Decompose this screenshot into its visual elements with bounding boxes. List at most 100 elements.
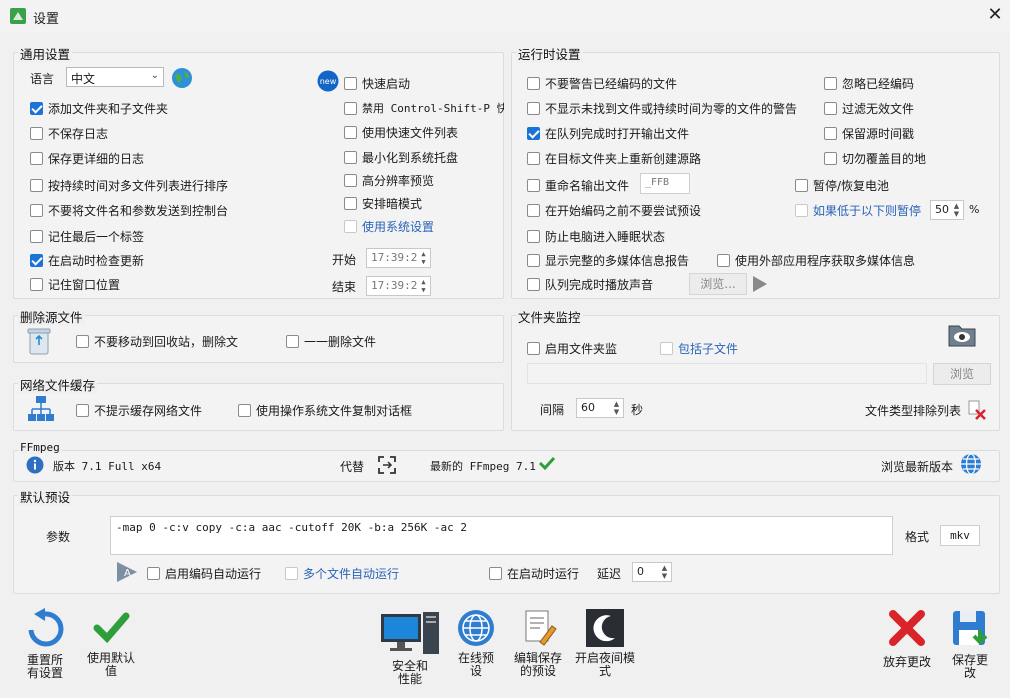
- checkbox[interactable]: [527, 179, 540, 192]
- browse-sound-button[interactable]: 浏览...: [689, 273, 747, 295]
- no-prompt-cache-option[interactable]: 不提示缓存网络文件: [76, 402, 202, 419]
- browse-latest-label[interactable]: 浏览最新版本: [881, 458, 953, 475]
- checkbox[interactable]: [527, 102, 540, 115]
- general-item-2[interactable]: 保存更详细的日志: [30, 150, 144, 167]
- general-item-3[interactable]: 按持续时间对多文件列表进行排序: [30, 177, 228, 194]
- monitor-browse-button[interactable]: 浏览: [933, 363, 991, 385]
- delay-input[interactable]: 0 ▲ ▼: [632, 562, 672, 582]
- checkbox[interactable]: [30, 152, 43, 165]
- reset-all-button[interactable]: 重置所 有设置: [20, 608, 70, 680]
- pause-percent-input[interactable]: 50 ▲ ▼: [930, 200, 964, 220]
- enable-folder-monitor-option[interactable]: 启用文件夹监: [527, 340, 617, 357]
- monitor-folder-path-input[interactable]: [527, 363, 927, 384]
- delete-one-by-one-option[interactable]: 一一删除文件: [286, 333, 376, 350]
- runtime-right-item-1[interactable]: 过滤无效文件: [824, 100, 914, 117]
- checkbox[interactable]: [286, 335, 299, 348]
- run-on-start-option[interactable]: 在启动时运行: [489, 565, 579, 582]
- os-copy-dialog-option[interactable]: 使用操作系统文件复制对话框: [238, 402, 412, 419]
- info-icon[interactable]: [26, 456, 44, 477]
- runtime-item-3[interactable]: 在目标文件夹上重新创建源路: [527, 150, 701, 167]
- general-right-item-3[interactable]: 最小化到系统托盘: [344, 149, 458, 166]
- online-presets-button[interactable]: 在线预 设: [452, 608, 500, 678]
- web-globe-icon[interactable]: [960, 453, 982, 478]
- rename-suffix-input[interactable]: _FFB: [640, 173, 690, 194]
- checkbox[interactable]: [795, 179, 808, 192]
- language-select[interactable]: 中文 ⌄: [66, 67, 164, 87]
- spinner-arrows-icon[interactable]: ▲ ▼: [952, 202, 961, 218]
- general-item-6[interactable]: 在启动时检查更新: [30, 252, 144, 269]
- night-mode-button[interactable]: 开启夜间模 式: [572, 608, 638, 678]
- checkbox[interactable]: [76, 335, 89, 348]
- folder-watch-icon[interactable]: [947, 320, 977, 351]
- checkbox[interactable]: [30, 204, 43, 217]
- discard-changes-button[interactable]: 放弃更改: [878, 608, 936, 669]
- params-input[interactable]: -map 0 -c:v copy -c:a aac -cutoff 20K -b…: [110, 516, 893, 555]
- globe-icon[interactable]: [171, 67, 193, 89]
- format-input[interactable]: mkv: [940, 525, 980, 546]
- use-default-button[interactable]: 使用默认 值: [82, 608, 140, 678]
- end-time-input[interactable]: 17:39:2 ▲ ▼: [366, 276, 431, 296]
- checkbox[interactable]: [527, 127, 540, 140]
- checkbox[interactable]: [344, 151, 357, 164]
- start-time-input[interactable]: 17:39:2 ▲ ▼: [366, 248, 431, 268]
- spinner-arrows-icon[interactable]: ▲ ▼: [660, 564, 669, 580]
- checkbox[interactable]: [238, 404, 251, 417]
- checkbox[interactable]: [30, 278, 43, 291]
- checkbox[interactable]: [30, 127, 43, 140]
- delete-no-recycle-option[interactable]: 不要移动到回收站，删除文: [76, 333, 238, 350]
- runtime-right-item-0[interactable]: 忽略已经编码: [824, 75, 914, 92]
- runtime-item-7[interactable]: 显示完整的多媒体信息报告: [527, 252, 689, 269]
- checkbox[interactable]: [824, 127, 837, 140]
- checkbox[interactable]: [527, 342, 540, 355]
- runtime-item-2[interactable]: 在队列完成时打开输出文件: [527, 125, 689, 142]
- checkbox[interactable]: [30, 254, 43, 267]
- checkbox[interactable]: [795, 204, 808, 217]
- checkbox[interactable]: [344, 220, 357, 233]
- runtime-item-0[interactable]: 不要警告已经编码的文件: [527, 75, 677, 92]
- runtime-item-1[interactable]: 不显示未找到文件或持续时间为零的文件的警告: [527, 100, 797, 117]
- enable-auto-run-option[interactable]: 启用编码自动运行: [147, 565, 261, 582]
- general-right-item-6[interactable]: 使用系统设置: [344, 218, 434, 235]
- checkbox[interactable]: [527, 278, 540, 291]
- replace-icon[interactable]: [377, 455, 397, 478]
- save-changes-button[interactable]: 保存更 改: [946, 608, 994, 680]
- interval-input[interactable]: 60 ▲ ▼: [576, 398, 624, 418]
- checkbox[interactable]: [824, 77, 837, 90]
- checkbox[interactable]: [660, 342, 673, 355]
- pause-battery-option[interactable]: 暂停/恢复电池: [795, 177, 889, 194]
- checkbox[interactable]: [527, 204, 540, 217]
- play-icon[interactable]: [752, 275, 768, 296]
- general-item-0[interactable]: 添加文件夹和子文件夹: [30, 100, 168, 117]
- runtime-right-item-3[interactable]: 切勿覆盖目的地: [824, 150, 926, 167]
- general-right-item-5[interactable]: 安排暗模式: [344, 195, 422, 212]
- runtime-item-4[interactable]: 重命名输出文件: [527, 177, 629, 194]
- runtime-item-5[interactable]: 在开始编码之前不要尝试预设: [527, 202, 701, 219]
- checkbox[interactable]: [527, 152, 540, 165]
- checkbox[interactable]: [527, 254, 540, 267]
- checkbox[interactable]: [30, 230, 43, 243]
- checkbox[interactable]: [344, 174, 357, 187]
- checkbox[interactable]: [76, 404, 89, 417]
- spinner-arrows-icon[interactable]: ▲ ▼: [612, 400, 621, 416]
- spinner-arrows-icon[interactable]: ▲ ▼: [419, 278, 428, 294]
- include-subfolders-option[interactable]: 包括子文件: [660, 340, 738, 357]
- security-performance-button[interactable]: 安全和 性能: [378, 610, 442, 686]
- general-right-item-4[interactable]: 高分辨率预览: [344, 172, 434, 189]
- external-mediainfo-option[interactable]: 使用外部应用程序获取多媒体信息: [717, 252, 915, 269]
- checkbox[interactable]: [824, 102, 837, 115]
- close-icon[interactable]: ✕: [984, 4, 1006, 26]
- runtime-item-6[interactable]: 防止电脑进入睡眠状态: [527, 228, 665, 245]
- checkbox[interactable]: [30, 179, 43, 192]
- checkbox[interactable]: [344, 101, 357, 115]
- checkbox[interactable]: [824, 152, 837, 165]
- pause-below-option[interactable]: 如果低于以下则暂停: [795, 202, 921, 219]
- general-item-7[interactable]: 记住窗口位置: [30, 276, 120, 293]
- multi-file-auto-run-option[interactable]: 多个文件自动运行: [285, 565, 399, 582]
- exclude-list-icon[interactable]: [967, 400, 987, 423]
- checkbox[interactable]: [30, 102, 43, 115]
- general-right-item-2[interactable]: 使用快速文件列表: [344, 124, 458, 141]
- checkbox[interactable]: [489, 567, 502, 580]
- spinner-arrows-icon[interactable]: ▲ ▼: [419, 250, 428, 266]
- runtime-item-8[interactable]: 队列完成时播放声音: [527, 276, 653, 293]
- general-right-item-1[interactable]: 禁用 Control-Shift-P 快捷: [344, 100, 504, 116]
